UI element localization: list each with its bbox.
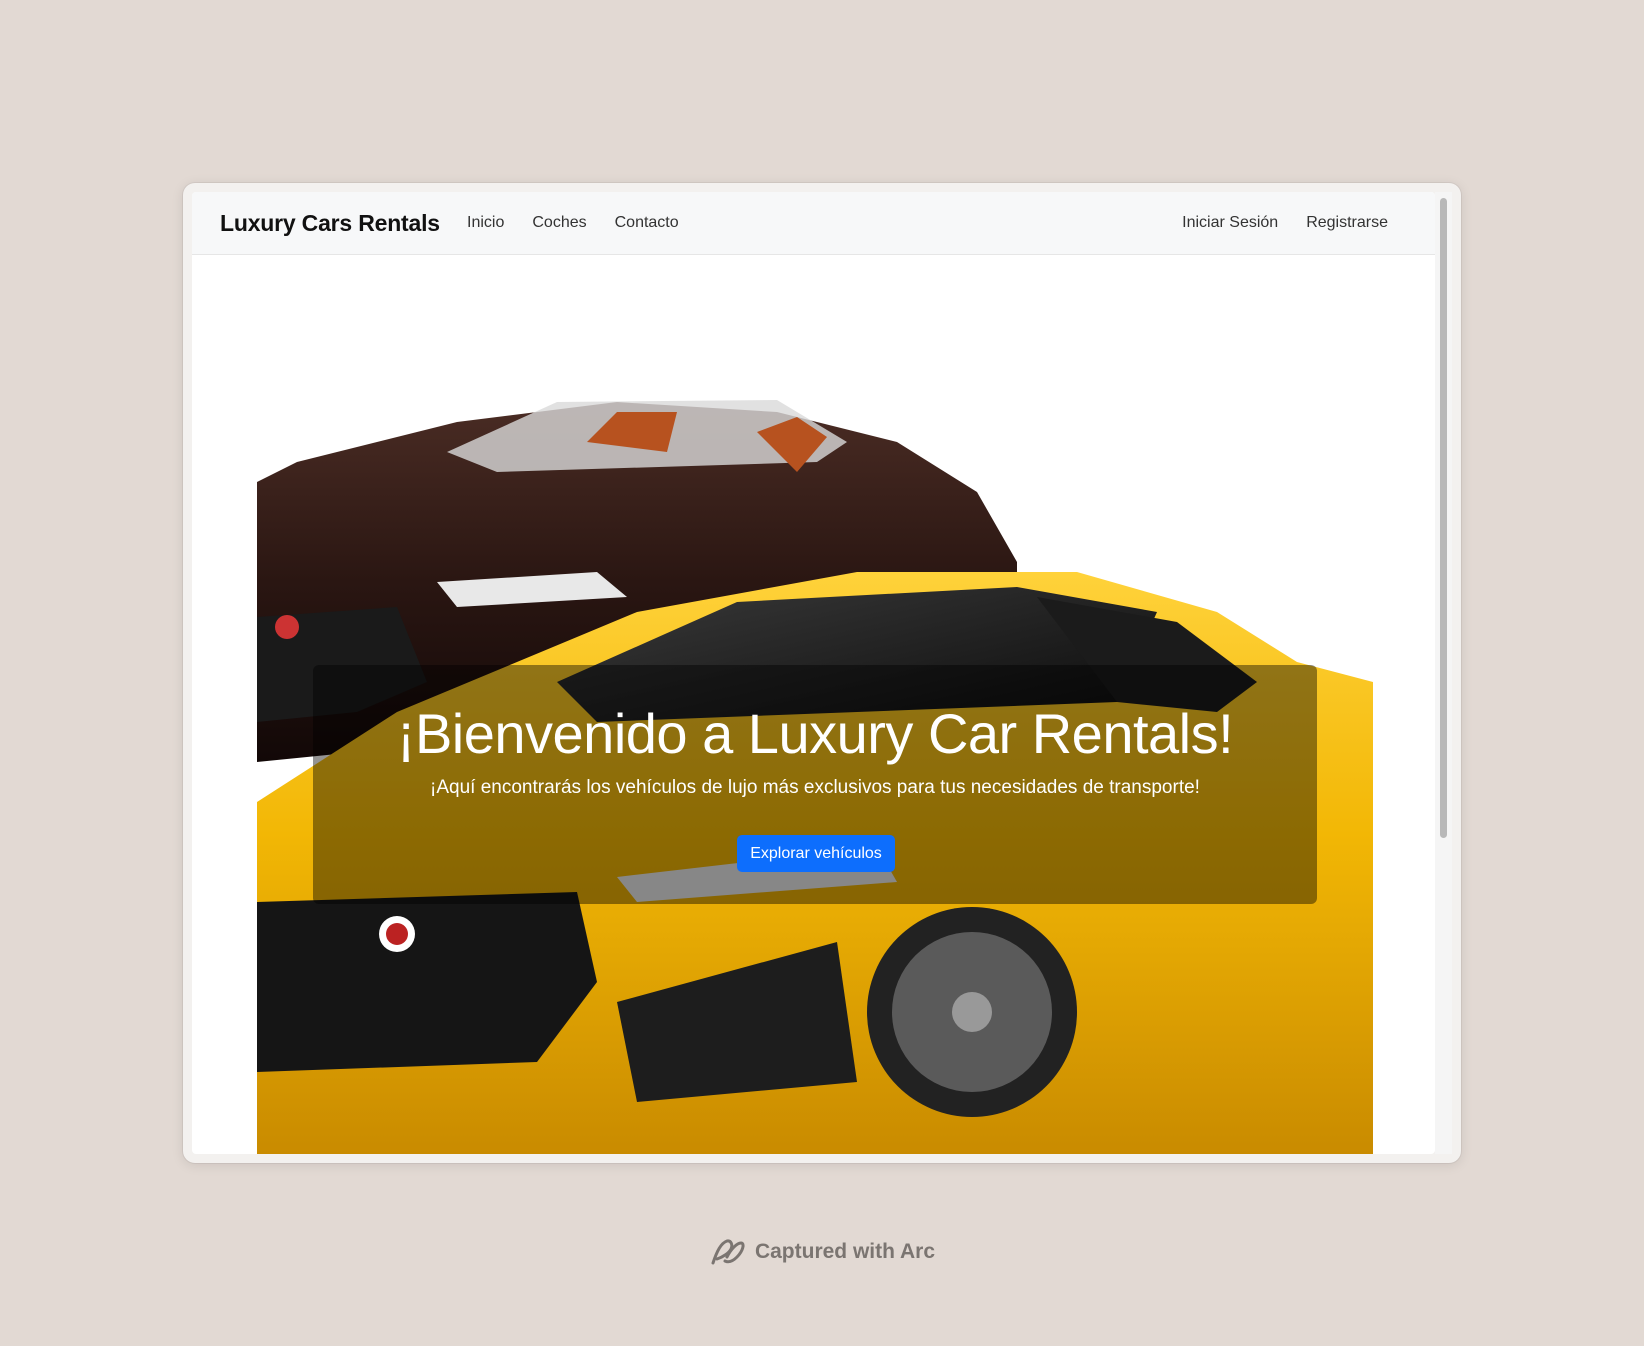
navbar: Luxury Cars Rentals Inicio Coches Contac… (192, 192, 1435, 255)
browser-window: Luxury Cars Rentals Inicio Coches Contac… (183, 183, 1461, 1163)
caption-text: Captured with Arc (754, 1240, 936, 1263)
hero-subtitle: ¡Aquí encontrarás los vehículos de lujo … (430, 777, 1200, 798)
register-link[interactable]: Registrarse (1306, 214, 1388, 232)
arc-logo-icon (711, 1239, 745, 1265)
navbar-brand[interactable]: Luxury Cars Rentals (220, 210, 440, 237)
hero-title: ¡Bienvenido a Luxury Car Rentals! (396, 702, 1234, 765)
nav-link-coches[interactable]: Coches (532, 214, 586, 232)
login-link[interactable]: Iniciar Sesión (1182, 214, 1278, 232)
nav-link-contacto[interactable]: Contacto (615, 214, 679, 232)
nav-links: Inicio Coches Contacto (467, 214, 679, 232)
hero-overlay: ¡Bienvenido a Luxury Car Rentals! ¡Aquí … (313, 665, 1317, 904)
capture-caption: Captured with Arc (0, 1237, 1644, 1267)
explore-vehicles-button[interactable]: Explorar vehículos (737, 835, 895, 872)
scrollbar-thumb[interactable] (1440, 198, 1447, 838)
nav-link-inicio[interactable]: Inicio (467, 214, 504, 232)
auth-links: Iniciar Sesión Registrarse (1182, 214, 1388, 232)
web-page: Luxury Cars Rentals Inicio Coches Contac… (192, 192, 1435, 1154)
scrollbar[interactable] (1435, 192, 1452, 1154)
